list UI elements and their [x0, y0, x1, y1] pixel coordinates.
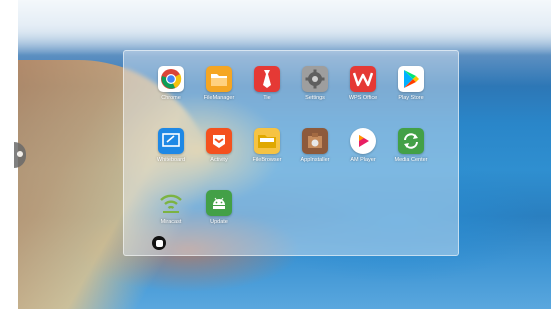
- app-label: Tie: [263, 95, 271, 101]
- chrome-icon: [158, 66, 184, 92]
- app-label: WPS Office: [348, 95, 378, 101]
- app-play-store[interactable]: Play Store: [387, 66, 435, 116]
- app-label: AppInstaller: [300, 157, 330, 163]
- app-am-player[interactable]: AM Player: [339, 128, 387, 178]
- am-player-icon: [350, 128, 376, 154]
- app-label: Activity: [210, 157, 228, 163]
- app-label: FileManager: [203, 95, 235, 101]
- miracast-icon: [158, 190, 184, 216]
- app-file-browser[interactable]: FileBrowser: [243, 128, 291, 178]
- wps-office-icon: [350, 66, 376, 92]
- whiteboard-icon: [158, 128, 184, 154]
- app-label: FileBrowser: [252, 157, 282, 163]
- square-icon: [155, 239, 163, 247]
- home-button[interactable]: [152, 236, 166, 250]
- media-center-icon: [398, 128, 424, 154]
- app-label: Media Center: [394, 157, 428, 163]
- android-icon: [206, 190, 232, 216]
- tie-icon: [254, 66, 280, 92]
- app-activity[interactable]: Activity: [195, 128, 243, 178]
- app-miracast[interactable]: Miracast: [147, 190, 195, 240]
- app-whiteboard[interactable]: Whiteboard: [147, 128, 195, 178]
- app-label: AM Player: [350, 157, 376, 163]
- wallpaper-clouds: [18, 0, 551, 55]
- app-wps-office[interactable]: WPS Office: [339, 66, 387, 116]
- app-installer-icon: [302, 128, 328, 154]
- app-update[interactable]: Update: [195, 190, 243, 240]
- file-browser-icon: [254, 128, 280, 154]
- app-label: Play Store: [398, 95, 424, 101]
- app-label: Miracast: [160, 219, 182, 225]
- app-settings[interactable]: Settings: [291, 66, 339, 116]
- play-store-icon: [398, 66, 424, 92]
- folder-icon: [206, 66, 232, 92]
- app-label: Chrome: [161, 95, 181, 101]
- app-label: Whiteboard: [156, 157, 186, 163]
- activity-icon: [206, 128, 232, 154]
- gear-icon: [302, 66, 328, 92]
- app-file-manager[interactable]: FileManager: [195, 66, 243, 116]
- app-app-installer[interactable]: AppInstaller: [291, 128, 339, 178]
- app-drawer-panel: Chrome FileManager Tie Settings WPS Offi…: [123, 50, 459, 256]
- app-tie[interactable]: Tie: [243, 66, 291, 116]
- app-chrome[interactable]: Chrome: [147, 66, 195, 116]
- app-label: Update: [210, 219, 228, 225]
- app-media-center[interactable]: Media Center: [387, 128, 435, 178]
- app-label: Settings: [305, 95, 325, 101]
